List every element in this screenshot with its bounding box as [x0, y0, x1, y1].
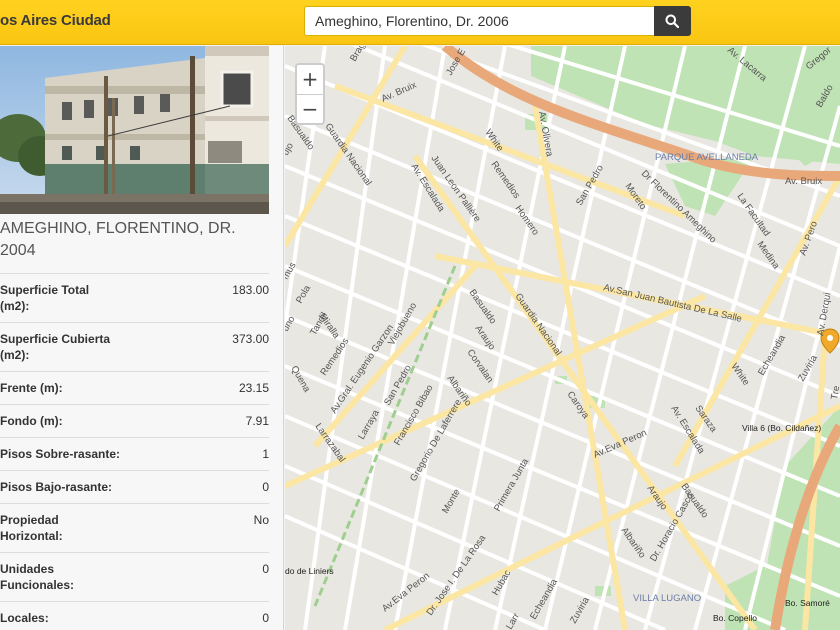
table-row: Pisos Bajo-rasante: 0 — [0, 470, 269, 504]
table-row: Propiedad Horizontal: No — [0, 503, 269, 553]
attribute-value: 1 — [140, 437, 269, 471]
attributes-table: Superficie Total (m2): 183.00 Superficie … — [0, 273, 269, 630]
search-form — [304, 6, 691, 36]
attribute-label: Superficie Cubierta (m2): — [0, 322, 140, 372]
table-row: Superficie Total (m2): 183.00 — [0, 273, 269, 323]
attribute-value: 373.00 — [140, 322, 269, 372]
search-button[interactable] — [654, 6, 691, 36]
attribute-value: No — [140, 503, 269, 553]
map-label: Bo. Samoré — [785, 598, 830, 608]
attribute-label: Pisos Bajo-rasante: — [0, 470, 140, 504]
zoom-control: + − — [295, 63, 325, 125]
top-bar: os Aires Ciudad — [0, 0, 840, 45]
attribute-label: Pisos Sobre-rasante: — [0, 437, 140, 471]
attribute-label: Fondo (m): — [0, 404, 140, 438]
table-row: Frente (m): 23.15 — [0, 371, 269, 405]
map-view[interactable]: + − Av. Bruix Av. Bruix Av. Lacarra Av. … — [285, 46, 840, 630]
map-label: Av. Bruix — [785, 176, 822, 187]
zoom-in-button[interactable]: + — [297, 65, 323, 94]
address-line-2: 2004 — [0, 242, 36, 259]
attribute-value: 7.91 — [140, 404, 269, 438]
zoom-out-button[interactable]: − — [297, 94, 323, 123]
building-photo — [0, 46, 269, 214]
map-label: Tre — [829, 385, 840, 401]
attribute-label: Locales: — [0, 601, 140, 630]
attribute-label: Propiedad Horizontal: — [0, 503, 140, 553]
search-input[interactable] — [304, 6, 654, 36]
search-icon — [665, 14, 679, 28]
table-row: Pisos Sobre-rasante: 1 — [0, 437, 269, 471]
attribute-value: 0 — [140, 552, 269, 602]
attribute-value: 0 — [140, 601, 269, 630]
table-row: Locales: 0 — [0, 601, 269, 630]
map-label: VILLA LUGANO — [633, 593, 701, 604]
table-row: Fondo (m): 7.91 — [0, 404, 269, 438]
attribute-value: 0 — [140, 470, 269, 504]
app-brand[interactable]: os Aires Ciudad — [0, 12, 111, 29]
table-row: Superficie Cubierta (m2): 373.00 — [0, 322, 269, 372]
attribute-label: Unidades Funcionales: — [0, 552, 140, 602]
property-address: AMEGHINO, FLORENTINO, DR. 2004 — [0, 218, 269, 262]
info-panel: AMEGHINO, FLORENTINO, DR. 2004 Superfici… — [0, 46, 284, 630]
map-label: Villa 6 (Bo. Cildañez) — [742, 423, 821, 433]
map-label: Bo. Copello — [713, 613, 757, 623]
map-label: PARQUE AVELLANEDA — [655, 152, 759, 163]
address-line-1: AMEGHINO, FLORENTINO, DR. — [0, 220, 236, 237]
attribute-value: 183.00 — [140, 273, 269, 323]
attribute-label: Frente (m): — [0, 371, 140, 405]
map-label: do de Liniers — [285, 566, 334, 576]
attribute-value: 23.15 — [140, 371, 269, 405]
map-canvas[interactable]: Av. Bruix Av. Bruix Av. Lacarra Av. Oliv… — [285, 46, 840, 630]
table-row: Unidades Funcionales: 0 — [0, 552, 269, 602]
attribute-label: Superficie Total (m2): — [0, 273, 140, 323]
